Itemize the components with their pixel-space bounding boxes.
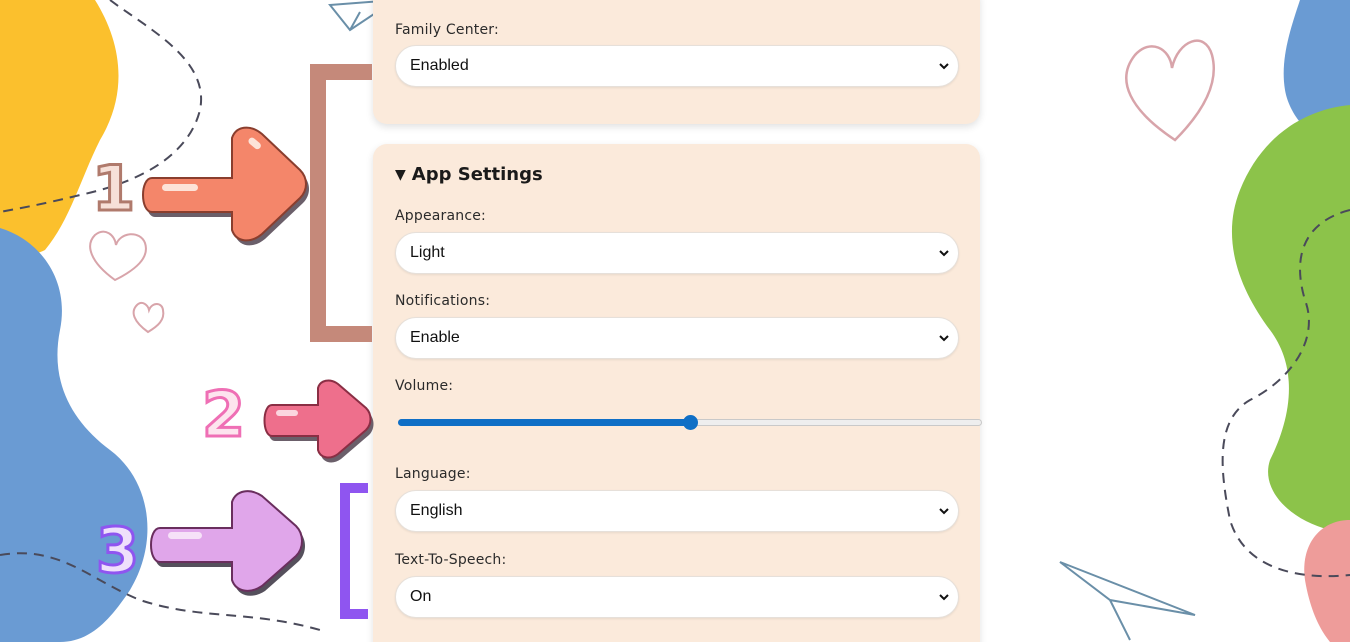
chevron-down-icon <box>939 250 949 257</box>
notifications-select[interactable]: Enable <box>395 317 959 359</box>
text-to-speech-select[interactable]: On <box>395 576 959 618</box>
appearance-select[interactable]: Light <box>395 232 959 274</box>
notifications-label: Notifications: <box>395 293 491 309</box>
family-center-select[interactable]: Enabled <box>395 45 959 87</box>
green-blob-right <box>1231 105 1350 530</box>
heart-doodle-left <box>89 230 147 282</box>
heart-doodle-left-small <box>132 301 165 334</box>
chevron-down-icon <box>939 63 949 70</box>
family-center-label: Family Center: <box>395 22 499 38</box>
disclosure-triangle-icon: ▼ <box>395 167 406 183</box>
chevron-down-icon <box>939 335 949 342</box>
heart-doodle-right <box>1125 39 1215 142</box>
family-center-value: Enabled <box>410 57 469 74</box>
language-label: Language: <box>395 466 471 482</box>
volume-slider-fill <box>398 419 690 426</box>
appearance-value: Light <box>410 244 445 261</box>
language-value: English <box>410 502 463 519</box>
language-select[interactable]: English <box>395 490 959 532</box>
text-to-speech-value: On <box>410 588 432 605</box>
volume-label: Volume: <box>395 378 454 394</box>
app-settings-card: ▼ App Settings Appearance: Light Notifica… <box>373 144 980 642</box>
app-settings-header[interactable]: ▼ App Settings <box>395 164 543 185</box>
app-settings-title: App Settings <box>411 164 543 185</box>
text-to-speech-label: Text-To-Speech: <box>395 552 507 568</box>
notifications-value: Enable <box>410 329 460 346</box>
chevron-down-icon <box>939 508 949 515</box>
yellow-blob-left <box>0 0 119 255</box>
account-settings-card: Family Center: Enabled <box>373 0 980 124</box>
pink-blob-right <box>1304 520 1350 642</box>
chevron-down-icon <box>939 594 949 601</box>
appearance-label: Appearance: <box>395 208 486 224</box>
volume-slider-thumb[interactable] <box>682 415 698 430</box>
blue-blob-left <box>0 228 148 642</box>
paper-plane-bottom <box>1059 561 1196 641</box>
